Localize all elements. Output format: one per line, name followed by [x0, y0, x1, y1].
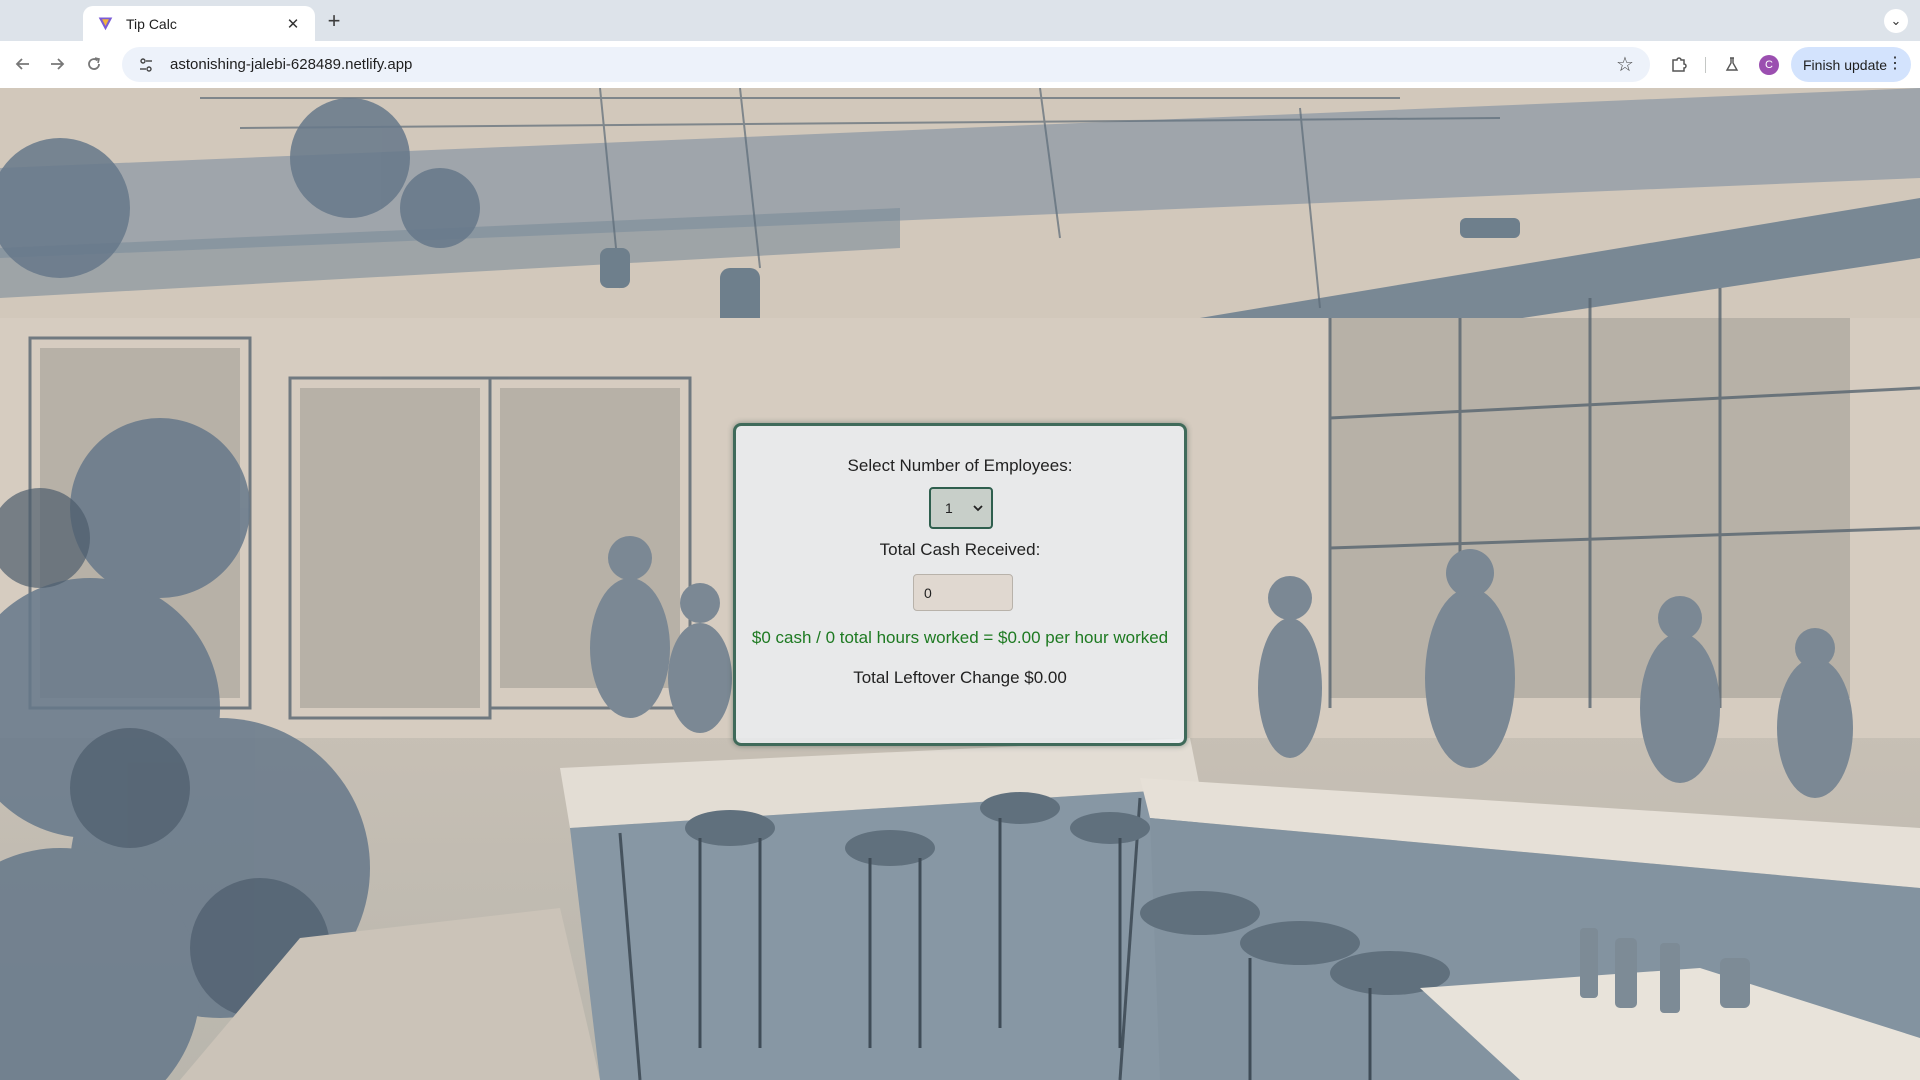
tip-calc-card: Select Number of Employees: 1 Total Cash… — [733, 423, 1187, 746]
toolbar-divider — [1705, 57, 1706, 73]
page-viewport: Select Number of Employees: 1 Total Cash… — [0, 88, 1920, 1080]
cash-label: Total Cash Received: — [879, 540, 1041, 559]
finish-update-button[interactable]: Finish update ⋮ — [1791, 47, 1911, 82]
profile-avatar[interactable]: C — [1759, 55, 1779, 75]
cash-input[interactable]: 0 — [913, 574, 1013, 611]
chevron-down-icon — [973, 505, 983, 512]
extensions-puzzle-icon[interactable] — [1667, 52, 1691, 76]
address-bar[interactable]: astonishing-jalebi-628489.netlify.app ☆ — [122, 47, 1650, 82]
employees-select-value: 1 — [945, 500, 953, 516]
kebab-menu-icon[interactable]: ⋮ — [1887, 55, 1903, 73]
tab-close-icon[interactable]: ✕ — [283, 14, 303, 34]
netlify-favicon-icon — [98, 17, 113, 31]
bookmark-star-icon[interactable]: ☆ — [1612, 52, 1638, 78]
tab-search-chevron-down-icon[interactable]: ⌄ — [1884, 9, 1908, 33]
tab-title: Tip Calc — [126, 15, 177, 32]
leftover-change: Total Leftover Change $0.00 — [853, 668, 1067, 687]
browser-toolbar: astonishing-jalebi-628489.netlify.app ☆ … — [0, 41, 1920, 88]
labs-flask-icon[interactable] — [1720, 52, 1744, 76]
finish-update-label: Finish update — [1803, 56, 1888, 73]
reload-icon[interactable] — [81, 51, 107, 77]
back-arrow-icon[interactable] — [10, 51, 36, 77]
employees-select[interactable]: 1 — [929, 487, 993, 529]
url-text: astonishing-jalebi-628489.netlify.app — [170, 56, 413, 73]
tab-strip: Tip Calc ✕ + ⌄ — [0, 0, 1920, 41]
new-tab-icon[interactable]: + — [322, 8, 346, 33]
per-hour-result: $0 cash / 0 total hours worked = $0.00 p… — [751, 628, 1169, 647]
forward-arrow-icon[interactable] — [44, 51, 70, 77]
site-info-tune-icon[interactable] — [136, 55, 156, 75]
employees-label: Select Number of Employees: — [847, 456, 1073, 475]
browser-tab[interactable]: Tip Calc ✕ — [83, 6, 315, 41]
